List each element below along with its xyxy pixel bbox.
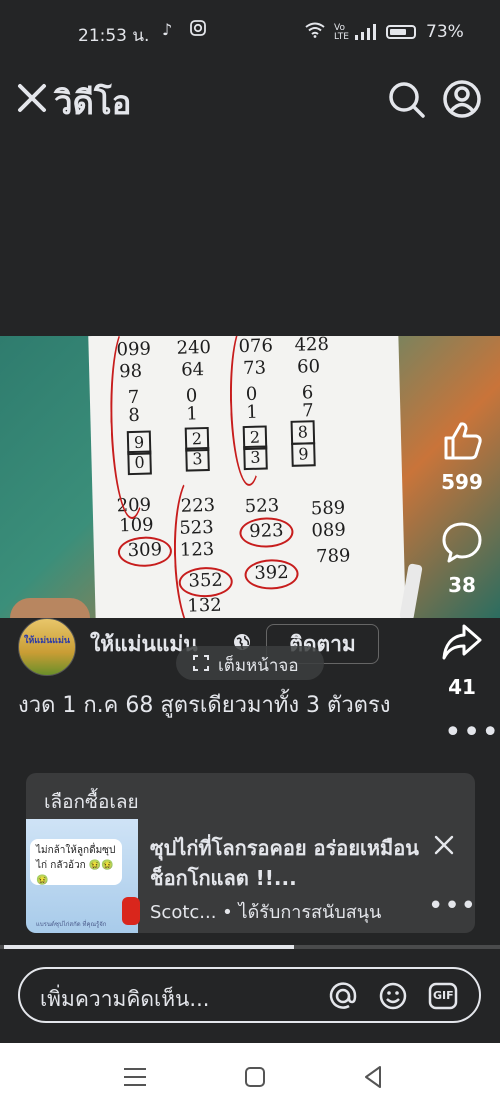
- recents-button[interactable]: [120, 1063, 150, 1091]
- emoji-button[interactable]: [378, 981, 408, 1011]
- home-button[interactable]: [240, 1063, 270, 1091]
- system-nav-bar: [0, 1043, 500, 1111]
- comment-count: 38: [448, 573, 476, 597]
- home-icon: [245, 1067, 265, 1087]
- red-pen-stroke: [107, 336, 152, 520]
- ad-sponsor: Scotc... • ได้รับการสนับสนุน: [150, 902, 382, 923]
- paper-number: 789: [315, 545, 351, 568]
- paper-number: 240: [176, 336, 212, 359]
- status-time: 21:53 น.: [78, 26, 150, 46]
- ad-close-button[interactable]: [432, 833, 456, 857]
- status-bar: 21:53 น. ♪ Vo LTE 73%: [0, 0, 500, 68]
- ad-thumbnail[interactable]: ไม่กล้าให้ลูกดื่มซุปไก่ กลัวอ้วก 🤢🤢🤢 แบร…: [26, 819, 140, 933]
- hand-left: [10, 598, 90, 618]
- battery-level: [390, 29, 406, 35]
- ad-thumb-footer: แบรนด์ซุปไก่สกัด ที่คุณรู้จัก: [36, 921, 107, 928]
- back-icon: [365, 1066, 381, 1088]
- paper-number: 089: [311, 519, 347, 542]
- profile-button[interactable]: [441, 78, 483, 120]
- emoji-icon: [379, 982, 407, 1010]
- paper-number: 523: [244, 495, 280, 518]
- like-count: 599: [441, 470, 483, 494]
- instagram-icon: [190, 20, 206, 40]
- tiktok-icon: ♪: [162, 20, 173, 39]
- page-title: วิดีโอ: [54, 83, 132, 122]
- mention-icon: [329, 982, 357, 1009]
- wifi-icon: [305, 22, 325, 42]
- product-image: [122, 897, 140, 925]
- comment-placeholder: เพิ่มความคิดเห็น...: [40, 987, 210, 1011]
- circled-number: 923: [239, 516, 294, 549]
- sponsored-ad-card[interactable]: เลือกซื้อเลย ไม่กล้าให้ลูกดื่มซุปไก่ กลั…: [26, 773, 475, 933]
- more-options-button[interactable]: •••: [444, 718, 499, 748]
- ad-more-button[interactable]: •••: [428, 891, 475, 921]
- search-icon: [389, 82, 425, 118]
- ad-title[interactable]: ซุปไก่ที่โลกรอคอย อร่อยเหมือนช็อกโกแลต !…: [150, 833, 420, 893]
- avatar[interactable]: ให้แม่นแม่น: [18, 618, 76, 676]
- share-count: 41: [448, 675, 476, 699]
- avatar-text: ให้แม่นแม่น: [23, 636, 71, 646]
- fullscreen-label: เต็มหน้าจอ: [218, 656, 299, 676]
- fullscreen-icon: [193, 655, 209, 671]
- share-icon: [442, 624, 482, 660]
- battery-icon: [386, 25, 416, 39]
- paper-number: 7: [302, 400, 315, 422]
- paper-number: 589: [310, 497, 346, 520]
- gif-button[interactable]: GIF: [428, 981, 458, 1011]
- fullscreen-button[interactable]: เต็มหน้าจอ: [176, 646, 324, 680]
- post-caption: งวด 1 ก.ค 68 สูตรเดียวมาทั้ง 3 ตัวตรง: [18, 693, 391, 718]
- paper-number: 428: [294, 336, 330, 356]
- handwritten-paper: 099 240 076 428 98 64 73 60 7 0 0 6 8 1 1 7 9 0 2 3 2 3 8 9 209 2…: [88, 336, 406, 618]
- boxed-digit: 9: [291, 442, 316, 467]
- video-progress-fill: [4, 945, 294, 949]
- comment-button[interactable]: [440, 520, 484, 564]
- paper-number: 1: [186, 403, 199, 425]
- circled-number: 392: [244, 558, 299, 591]
- volte-icon: Vo LTE: [334, 23, 349, 42]
- thumbs-up-icon: [444, 422, 482, 460]
- search-button[interactable]: [385, 78, 427, 120]
- circled-number: 309: [117, 535, 173, 568]
- profile-icon: [443, 80, 481, 118]
- paper-number: 109: [118, 514, 154, 537]
- paper-number: 64: [180, 359, 205, 381]
- video-player[interactable]: 099 240 076 428 98 64 73 60 7 0 0 6 8 1 1 7 9 0 2 3 2 3 8 9 209 2…: [0, 336, 500, 618]
- close-icon: [18, 84, 46, 112]
- boxed-digit: 3: [185, 446, 210, 472]
- close-button[interactable]: [14, 78, 50, 118]
- comment-input[interactable]: เพิ่มความคิดเห็น... GIF: [18, 967, 481, 1023]
- back-button[interactable]: [358, 1063, 388, 1091]
- like-button[interactable]: [440, 418, 484, 462]
- gif-label: GIF: [433, 989, 454, 1002]
- boxed-digit: 8: [290, 420, 316, 445]
- ad-thumb-text: ไม่กล้าให้ลูกดื่มซุปไก่ กลัวอ้วก 🤢🤢🤢: [30, 839, 122, 886]
- recents-icon: [124, 1068, 146, 1086]
- top-bar: วิดีโอ: [0, 68, 500, 130]
- comment-icon: [442, 522, 482, 563]
- ad-header: เลือกซื้อเลย: [44, 791, 139, 813]
- close-icon: [434, 835, 454, 855]
- battery-percent: 73%: [426, 22, 464, 42]
- signal-icon: [354, 24, 378, 44]
- mention-button[interactable]: [328, 981, 358, 1011]
- paper-number: 60: [296, 356, 321, 378]
- share-button[interactable]: [440, 620, 484, 664]
